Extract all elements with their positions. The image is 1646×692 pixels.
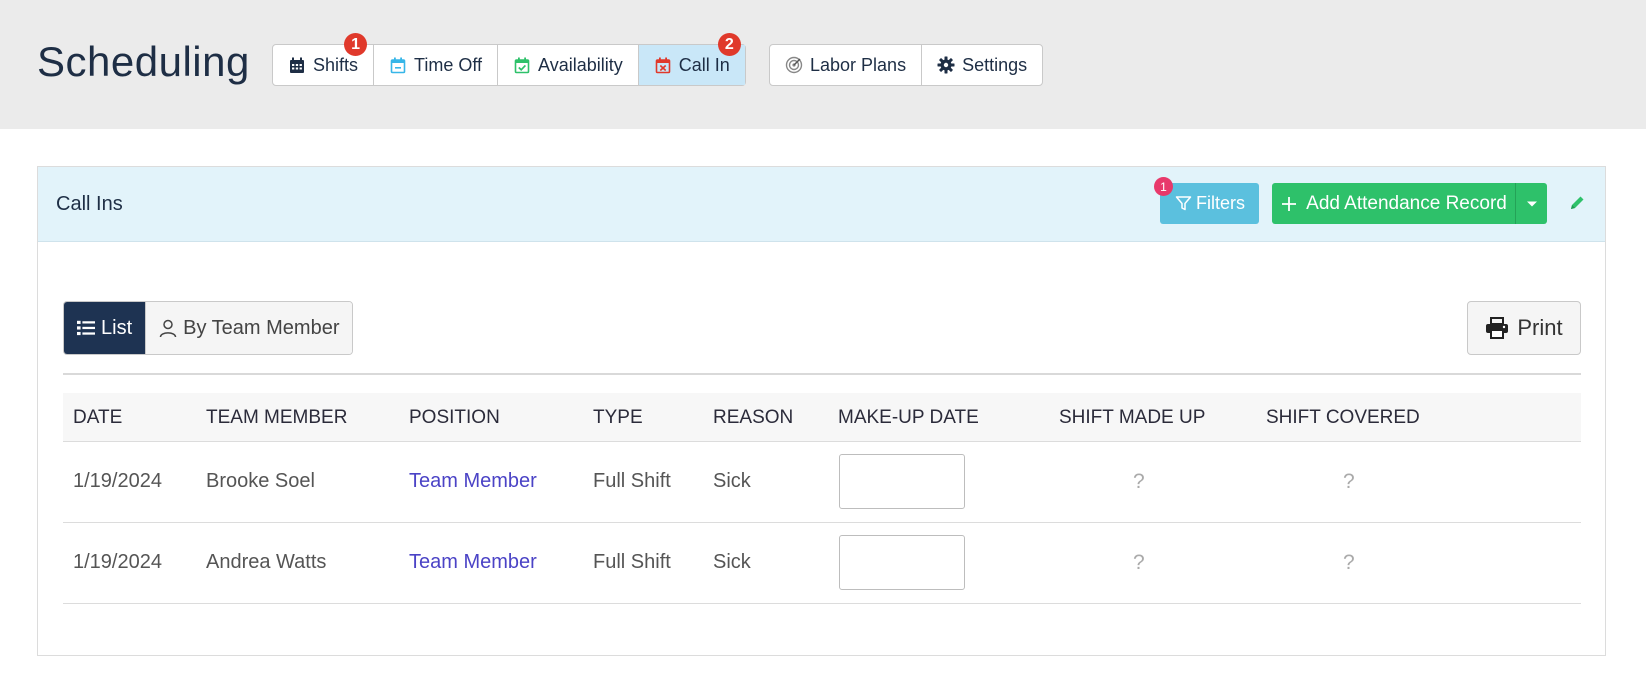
nav-availability-label: Availability xyxy=(538,54,623,75)
nav-settings-label: Settings xyxy=(962,54,1028,75)
cell-shift-made-up[interactable]: ? xyxy=(1133,470,1145,494)
top-bar: Scheduling Shifts 1 Time Off Availabilit… xyxy=(0,0,1646,129)
cell-date: 1/19/2024 xyxy=(73,470,162,492)
add-attendance-record-label: Add Attendance Record xyxy=(1306,192,1507,214)
nav-availability-button[interactable]: Availability xyxy=(498,45,639,85)
pencil-icon[interactable] xyxy=(1568,194,1586,212)
column-header-reason[interactable]: REASON xyxy=(713,407,793,429)
cell-type: Full Shift xyxy=(593,470,671,492)
nav-labor-plans-button[interactable]: Labor Plans xyxy=(770,45,923,85)
cell-shift-covered[interactable]: ? xyxy=(1343,470,1355,494)
caret-down-icon xyxy=(1523,195,1541,213)
nav-labor-plans-label: Labor Plans xyxy=(810,54,907,75)
column-header-position[interactable]: POSITION xyxy=(409,407,500,429)
page-title: Scheduling xyxy=(37,38,250,85)
panel-title: Call Ins xyxy=(56,193,123,215)
target-icon xyxy=(785,56,803,74)
make-up-date-input[interactable] xyxy=(839,535,965,590)
column-header-date[interactable]: DATE xyxy=(73,407,122,429)
cell-team-member: Brooke Soel xyxy=(206,470,315,492)
cell-shift-made-up[interactable]: ? xyxy=(1133,551,1145,575)
column-header-shift-made-up[interactable]: SHIFT MADE UP xyxy=(1059,407,1205,429)
table-header: DATE TEAM MEMBER POSITION TYPE REASON MA… xyxy=(63,393,1581,442)
cell-reason: Sick xyxy=(713,470,751,492)
nav-shifts-label: Shifts xyxy=(313,54,359,75)
view-list-button[interactable]: List xyxy=(64,302,146,354)
nav-call-in-button[interactable]: Call In 2 xyxy=(638,33,745,85)
cell-reason: Sick xyxy=(713,551,751,573)
call-in-count-badge: 2 xyxy=(717,33,741,56)
scheduling-nav-group: Shifts 1 Time Off Availability Call In 2 xyxy=(272,33,746,86)
view-list-label: List xyxy=(101,316,133,339)
add-attendance-record-button[interactable]: Add Attendance Record xyxy=(1272,183,1515,224)
calendar-x-icon xyxy=(654,56,672,74)
section-divider xyxy=(63,373,1581,375)
nav-shifts-button[interactable]: Shifts 1 xyxy=(273,33,375,85)
cell-team-member: Andrea Watts xyxy=(206,551,327,573)
cell-date: 1/19/2024 xyxy=(73,551,162,573)
user-icon xyxy=(159,319,177,337)
cell-position-link[interactable]: Team Member xyxy=(409,551,537,574)
make-up-date-input[interactable] xyxy=(839,454,965,509)
view-by-team-member-button[interactable]: By Team Member xyxy=(145,302,353,354)
planning-nav-group: Labor Plans Settings xyxy=(769,44,1044,86)
nav-call-in-label: Call In xyxy=(678,54,730,75)
gear-icon xyxy=(937,56,955,74)
nav-settings-button[interactable]: Settings xyxy=(922,45,1042,85)
column-header-team-member[interactable]: TEAM MEMBER xyxy=(206,407,347,429)
cell-shift-covered[interactable]: ? xyxy=(1343,551,1355,575)
list-icon xyxy=(77,319,95,337)
cell-position-link[interactable]: Team Member xyxy=(409,470,537,493)
filters-button[interactable]: 1 Filters xyxy=(1154,177,1259,224)
call-ins-table: DATE TEAM MEMBER POSITION TYPE REASON MA… xyxy=(63,393,1581,604)
print-label: Print xyxy=(1517,315,1563,340)
printer-icon xyxy=(1485,317,1509,339)
calendar-minus-icon xyxy=(389,56,407,74)
column-header-type[interactable]: TYPE xyxy=(593,407,643,429)
print-button[interactable]: Print xyxy=(1467,301,1581,355)
call-ins-panel: Call Ins 1 Filters Add Attendance Record xyxy=(37,166,1606,656)
column-header-make-up-date[interactable]: MAKE-UP DATE xyxy=(838,407,979,429)
plus-icon xyxy=(1280,195,1298,213)
cell-type: Full Shift xyxy=(593,551,671,573)
table-row: 1/19/2024 Brooke Soel Team Member Full S… xyxy=(63,442,1581,523)
funnel-icon xyxy=(1174,195,1192,213)
panel-header: Call Ins 1 Filters Add Attendance Record xyxy=(38,167,1605,242)
add-options-dropdown-button[interactable] xyxy=(1515,183,1547,224)
view-by-team-member-label: By Team Member xyxy=(183,316,340,339)
filters-count-badge: 1 xyxy=(1154,177,1173,196)
shifts-count-badge: 1 xyxy=(344,33,368,56)
view-toggle: List By Team Member xyxy=(63,301,354,355)
calendar-grid-icon xyxy=(288,56,306,74)
nav-time-off-button[interactable]: Time Off xyxy=(374,45,499,85)
nav-time-off-label: Time Off xyxy=(414,54,483,75)
column-header-shift-covered[interactable]: SHIFT COVERED xyxy=(1266,407,1420,429)
filters-label: Filters xyxy=(1196,193,1245,213)
calendar-check-icon xyxy=(513,56,531,74)
table-row: 1/19/2024 Andrea Watts Team Member Full … xyxy=(63,523,1581,604)
